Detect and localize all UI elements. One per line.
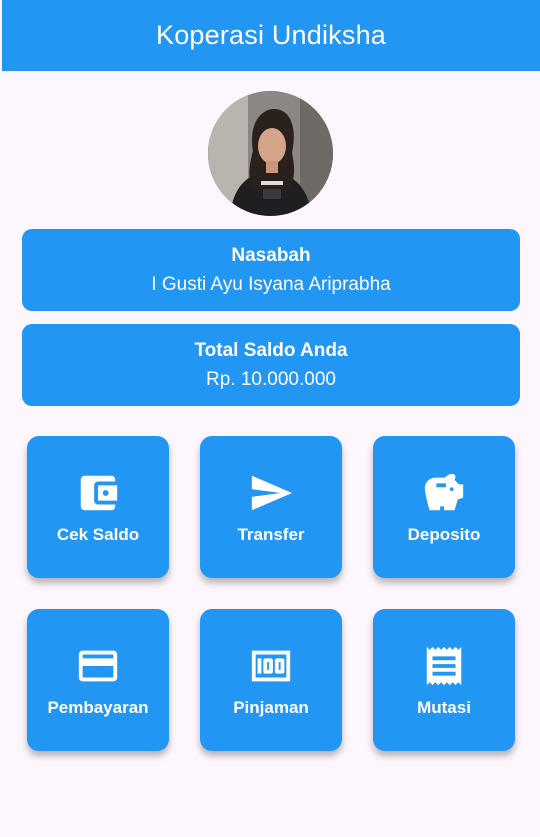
pinjaman-button[interactable]: Pinjaman [200,609,342,751]
wallet-icon [80,475,118,511]
piggy-bank-icon [424,473,464,511]
money-icon [251,650,291,682]
nasabah-card: Nasabah I Gusti Ayu Isyana Ariprabha [22,229,520,311]
user-photo-icon [208,91,333,216]
deposito-button[interactable]: Deposito [373,436,515,578]
pembayaran-label: Pembayaran [47,698,149,717]
credit-card-icon [78,650,118,682]
pinjaman-label: Pinjaman [233,698,309,717]
saldo-card: Total Saldo Anda Rp. 10.000.000 [22,324,520,406]
mutasi-button[interactable]: Mutasi [373,609,515,751]
receipt-icon [426,646,462,686]
transfer-button[interactable]: Transfer [200,436,342,578]
app-title: Koperasi Undiksha [155,20,387,50]
transfer-label: Transfer [237,525,305,544]
nasabah-title: Nasabah [231,245,311,266]
saldo-title: Total Saldo Anda [194,340,348,361]
send-icon [251,475,293,511]
app-bar: Koperasi Undiksha [2,0,540,71]
pembayaran-button[interactable]: Pembayaran [27,609,169,751]
avatar [208,91,333,216]
mutasi-label: Mutasi [417,698,471,717]
cek-saldo-label: Cek Saldo [56,525,140,544]
nasabah-name: I Gusti Ayu Isyana Ariprabha [151,274,391,295]
cek-saldo-button[interactable]: Cek Saldo [27,436,169,578]
deposito-label: Deposito [407,525,481,544]
saldo-amount: Rp. 10.000.000 [206,369,336,390]
